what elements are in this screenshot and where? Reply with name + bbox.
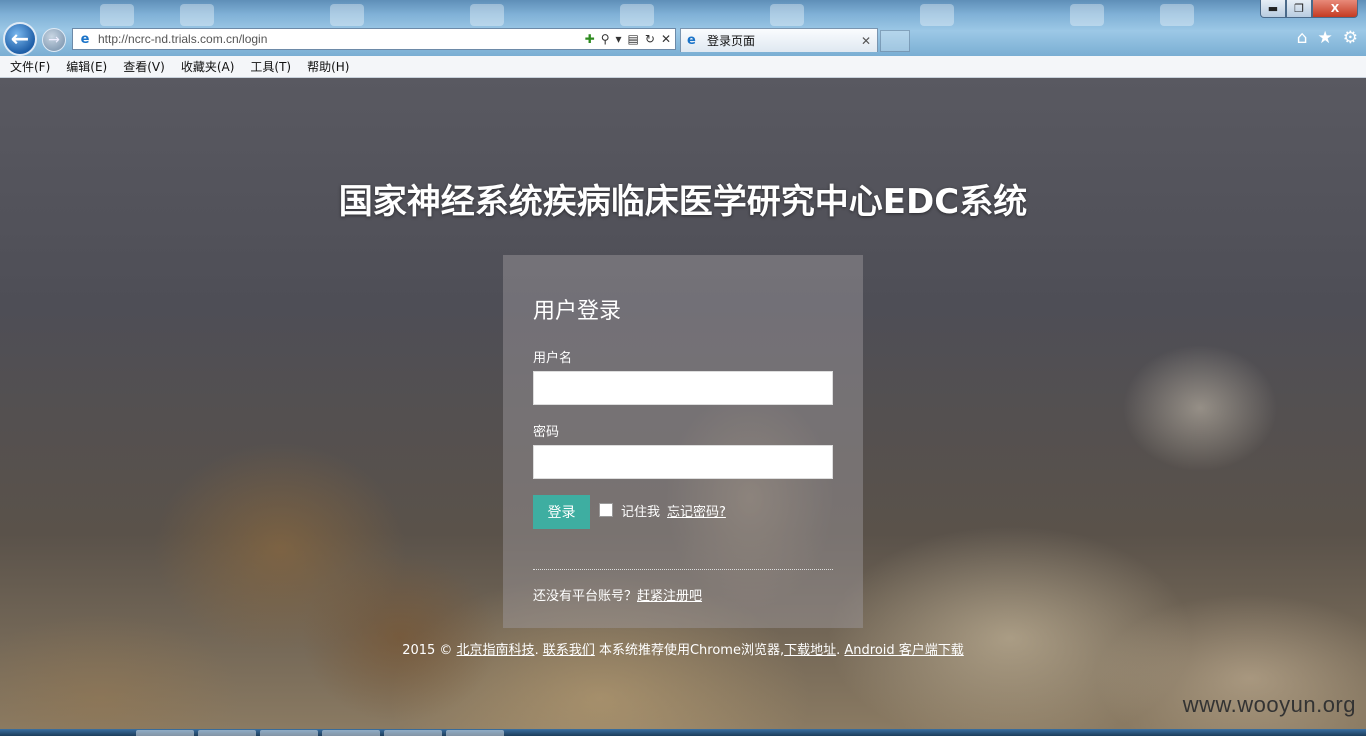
card-divider [533,569,833,570]
address-bar[interactable]: e http://ncrc-nd.trials.com.cn/login ✚ ⚲… [72,28,676,50]
password-input[interactable] [533,445,833,479]
tab-close-icon[interactable]: ✕ [861,34,871,48]
recommend-text: 本系统推荐使用Chrome浏览器, [594,643,785,658]
company-link[interactable]: 北京指南科技 [457,643,535,658]
password-label: 密码 [533,425,560,440]
username-input[interactable] [533,371,833,405]
forward-button[interactable]: → [42,28,66,52]
forgot-password-link[interactable]: 忘记密码? [667,501,726,520]
menu-view[interactable]: 查看(V) [117,58,171,75]
browser-right-tools: ⌂ ★ ⚙ [1297,28,1358,48]
desktop-icon-blur [1070,4,1104,26]
gear-icon[interactable]: ⚙ [1343,28,1358,48]
close-window-button[interactable]: X [1312,0,1358,18]
refresh-icon[interactable]: ↻ [645,32,655,46]
taskbar-item[interactable] [260,730,318,736]
back-button[interactable]: ← [3,22,37,56]
desktop-icon-blur [770,4,804,26]
taskbar-item[interactable] [198,730,256,736]
menu-edit[interactable]: 编辑(E) [60,58,113,75]
tab-label: 登录页面 [707,34,756,48]
desktop-icon-blur [100,4,134,26]
desktop-icon-blur [1160,4,1194,26]
watermark: www.wooyun.org [1182,692,1356,717]
home-icon[interactable]: ⌂ [1297,28,1308,48]
signup-link[interactable]: 赶紧注册吧 [637,585,702,604]
address-url[interactable]: http://ncrc-nd.trials.com.cn/login [98,32,585,46]
android-download-link[interactable]: Android 客户端下载 [844,643,963,658]
tab-login-page[interactable]: e 登录页面 ✕ [680,28,878,52]
ie-tab-icon: e [687,33,696,48]
window-controls: ▬ ❐ X [1260,0,1358,18]
footer-copyright: 2015 © [402,643,457,658]
login-heading: 用户登录 [533,299,622,324]
desktop-icon-blur [920,4,954,26]
remember-me-checkbox[interactable] [599,503,613,517]
dropdown-icon[interactable]: ▾ [616,32,622,46]
desktop-icon-blur [620,4,654,26]
taskbar-item[interactable] [446,730,504,736]
footer-sep-1: . [534,643,543,658]
browser-chrome: ▬ ❐ X ← → e http://ncrc-nd.trials.com.cn… [0,0,1366,56]
menu-bar: 文件(F) 编辑(E) 查看(V) 收藏夹(A) 工具(T) 帮助(H) [0,56,1366,78]
contact-link[interactable]: 联系我们 [543,643,595,658]
compatibility-icon[interactable]: ✚ [585,32,595,46]
favorites-star-icon[interactable]: ★ [1318,28,1333,48]
desktop-icon-blur [470,4,504,26]
menu-help[interactable]: 帮助(H) [301,58,355,75]
username-label: 用户名 [533,351,573,366]
compat-view-icon[interactable]: ▤ [628,32,639,46]
arrow-right-icon: → [48,32,60,48]
new-tab-button[interactable] [880,30,910,52]
address-tools: ✚ ⚲ ▾ ▤ ↻ ✕ [585,32,671,46]
signup-prompt: 还没有平台账号？ [533,589,638,604]
footer: 2015 © 北京指南科技. 联系我们 本系统推荐使用Chrome浏览器,下载地… [0,639,1366,658]
menu-tools[interactable]: 工具(T) [244,58,297,75]
ie-page-icon: e [80,31,90,47]
download-link[interactable]: 下载地址 [784,643,836,658]
restore-button[interactable]: ❐ [1286,0,1312,18]
menu-file[interactable]: 文件(F) [4,58,56,75]
page-background: 国家神经系统疾病临床医学研究中心EDC系统 用户登录 用户名 密码 登录 记住我… [0,78,1366,729]
login-card: 用户登录 用户名 密码 登录 记住我 忘记密码? 还没有平台账号？ 赶紧注册吧 [503,255,863,628]
stop-icon[interactable]: ✕ [661,32,671,46]
desktop-icon-blur [180,4,214,26]
minimize-button[interactable]: ▬ [1260,0,1286,18]
search-icon[interactable]: ⚲ [601,32,610,46]
login-button[interactable]: 登录 [533,495,590,529]
taskbar-item[interactable] [384,730,442,736]
desktop-icon-blur [330,4,364,26]
arrow-left-icon: ← [10,26,30,52]
taskbar-item[interactable] [322,730,380,736]
taskbar-item[interactable] [136,730,194,736]
menu-favorites[interactable]: 收藏夹(A) [175,58,241,75]
remember-me-label: 记住我 [621,505,661,520]
page-title: 国家神经系统疾病临床医学研究中心EDC系统 [338,182,1028,222]
taskbar [0,729,1366,736]
